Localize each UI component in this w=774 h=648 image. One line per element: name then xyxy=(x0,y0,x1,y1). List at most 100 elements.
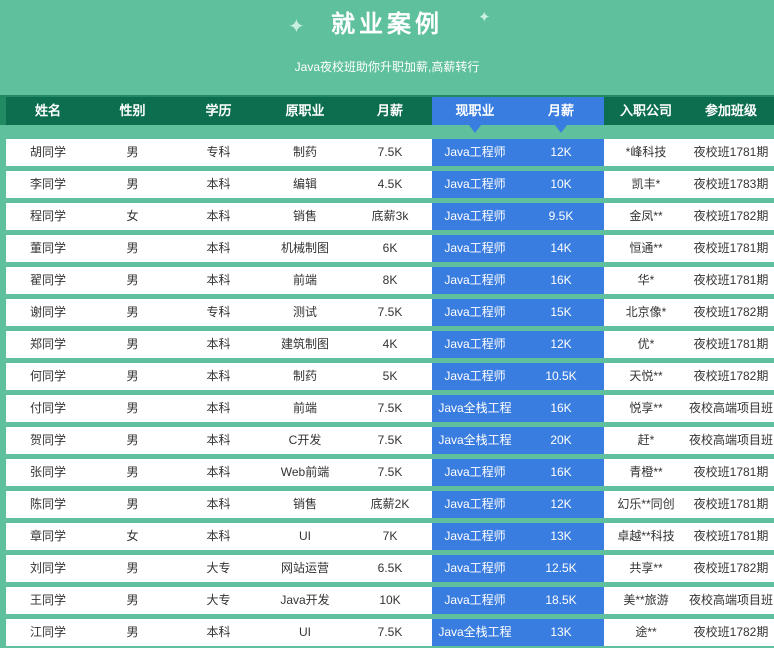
caret-down-icon xyxy=(469,125,481,133)
student-name-cell: 章同学 xyxy=(29,529,66,543)
class-name-cell: 夜校班1781期 xyxy=(693,273,769,287)
previous-salary-cell: 底薪3k xyxy=(371,209,409,223)
education-cell: 本科 xyxy=(206,209,231,223)
previous-job-cell: UI xyxy=(299,625,311,639)
student-name-cell: 陈同学 xyxy=(29,497,66,511)
current-salary-cell: 12K xyxy=(518,491,604,518)
current-job-cell: Java工程师 xyxy=(432,587,518,614)
gender-cell: 男 xyxy=(126,273,139,287)
gender-cell: 男 xyxy=(126,369,139,383)
company-cell: 卓越**科技 xyxy=(617,529,675,543)
gender-cell: 男 xyxy=(126,625,139,639)
education-cell: 本科 xyxy=(206,369,231,383)
current-salary-cell: 15K xyxy=(518,299,604,326)
previous-job-cell: 机械制图 xyxy=(280,241,329,255)
previous-salary-cell: 7.5K xyxy=(377,401,403,415)
current-job-cell: Java工程师 xyxy=(432,203,518,230)
header-col-class: 参加班级 xyxy=(688,97,774,125)
previous-job-cell: C开发 xyxy=(288,433,322,447)
student-name-cell: 贺同学 xyxy=(29,433,66,447)
education-cell: 本科 xyxy=(206,241,231,255)
class-name-cell: 夜校班1782期 xyxy=(693,305,769,319)
current-salary-cell: 12K xyxy=(518,331,604,358)
company-cell: 赶* xyxy=(637,433,655,447)
current-job-cell: Java工程师 xyxy=(432,363,518,390)
gender-cell: 男 xyxy=(126,145,139,159)
education-cell: 本科 xyxy=(206,273,231,287)
gender-cell: 女 xyxy=(126,209,139,223)
company-cell: 共享** xyxy=(629,561,663,575)
education-cell: 专科 xyxy=(206,305,231,319)
previous-job-cell: 测试 xyxy=(292,305,317,319)
current-job-cell: Java全栈工程 xyxy=(432,395,518,422)
previous-salary-cell: 6.5K xyxy=(377,561,403,575)
gender-cell: 男 xyxy=(126,433,139,447)
company-cell: *峰科技 xyxy=(625,145,667,159)
current-salary-cell: 16K xyxy=(518,395,604,422)
previous-job-cell: 前端 xyxy=(292,401,317,415)
current-salary-cell: 20K xyxy=(518,427,604,454)
table-row: 张同学 男 本科 Web前端 7.5K Java工程师 16K 青橙** 夜校班1781期 xyxy=(6,459,774,486)
page-subtitle: Java夜校班助你升职加薪,高薪转行 xyxy=(294,60,480,74)
current-salary-cell: 10K xyxy=(518,171,604,198)
student-name-cell: 董同学 xyxy=(29,241,66,255)
student-name-cell: 张同学 xyxy=(29,465,66,479)
current-job-cell: Java工程师 xyxy=(432,555,518,582)
current-salary-cell: 16K xyxy=(518,459,604,486)
current-salary-cell: 12K xyxy=(518,139,604,166)
current-salary-cell: 10.5K xyxy=(518,363,604,390)
company-cell: 幻乐**同创 xyxy=(617,497,675,511)
education-cell: 本科 xyxy=(206,433,231,447)
student-name-cell: 郑同学 xyxy=(29,337,66,351)
class-name-cell: 夜校班1781期 xyxy=(693,529,769,543)
company-cell: 悦享** xyxy=(629,401,663,415)
previous-job-cell: Java开发 xyxy=(280,593,330,607)
table-row: 翟同学 男 本科 前端 8K Java工程师 16K 华* 夜校班1781期 xyxy=(6,267,774,294)
education-cell: 大专 xyxy=(206,593,231,607)
education-cell: 本科 xyxy=(206,529,231,543)
education-cell: 大专 xyxy=(206,561,231,575)
gender-cell: 男 xyxy=(126,497,139,511)
header-col-previous-salary: 月薪 xyxy=(348,97,432,125)
education-cell: 本科 xyxy=(206,177,231,191)
education-cell: 本科 xyxy=(206,401,231,415)
student-name-cell: 谢同学 xyxy=(29,305,66,319)
header-col-current-job: 现职业 xyxy=(432,97,518,125)
table-row: 刘同学 男 大专 网站运营 6.5K Java工程师 12.5K 共享** 夜校班1782期 xyxy=(6,555,774,582)
class-name-cell: 夜校高端项目班 xyxy=(688,401,773,415)
previous-salary-cell: 8K xyxy=(382,273,398,287)
previous-salary-cell: 底薪2K xyxy=(370,497,410,511)
class-name-cell: 夜校班1781期 xyxy=(693,337,769,351)
table-row: 江同学 男 本科 UI 7.5K Java全栈工程 13K 途** 夜校班1782期 xyxy=(6,619,774,646)
student-name-cell: 程同学 xyxy=(29,209,66,223)
company-cell: 恒通** xyxy=(629,241,663,255)
student-name-cell: 付同学 xyxy=(29,401,66,415)
current-job-cell: Java工程师 xyxy=(432,139,518,166)
header-col-previous-job: 原职业 xyxy=(262,97,348,125)
company-cell: 金凤** xyxy=(629,209,663,223)
previous-job-cell: Web前端 xyxy=(280,465,330,479)
education-cell: 本科 xyxy=(206,625,231,639)
table-row: 付同学 男 本科 前端 7.5K Java全栈工程 16K 悦享** 夜校高端项目班 xyxy=(6,395,774,422)
table-row: 贺同学 男 本科 C开发 7.5K Java全栈工程 20K 赶* 夜校高端项目班 xyxy=(6,427,774,454)
class-name-cell: 夜校班1781期 xyxy=(693,145,769,159)
class-name-cell: 夜校班1782期 xyxy=(693,625,769,639)
student-name-cell: 翟同学 xyxy=(29,273,66,287)
previous-job-cell: 销售 xyxy=(292,209,317,223)
previous-salary-cell: 10K xyxy=(379,593,401,607)
table-row: 王同学 男 大专 Java开发 10K Java工程师 18.5K 美**旅游 夜校高端项目班 xyxy=(6,587,774,614)
previous-salary-cell: 7K xyxy=(382,529,398,543)
table-row: 董同学 男 本科 机械制图 6K Java工程师 14K 恒通** 夜校班1781期 xyxy=(6,235,774,262)
gender-cell: 男 xyxy=(126,401,139,415)
header-col-company: 入职公司 xyxy=(604,97,688,125)
class-name-cell: 夜校高端项目班 xyxy=(688,433,773,447)
student-name-cell: 江同学 xyxy=(29,625,66,639)
header-col-name: 姓名 xyxy=(6,97,90,125)
table-row: 胡同学 男 专科 制药 7.5K Java工程师 12K *峰科技 夜校班1781期 xyxy=(6,139,774,166)
company-cell: 天悦** xyxy=(629,369,663,383)
gender-cell: 男 xyxy=(126,305,139,319)
current-job-cell: Java全栈工程 xyxy=(432,619,518,646)
table-row: 章同学 女 本科 UI 7K Java工程师 13K 卓越**科技 夜校班1781期 xyxy=(6,523,774,550)
company-cell: 凯丰* xyxy=(631,177,661,191)
company-cell: 北京像* xyxy=(625,305,667,319)
